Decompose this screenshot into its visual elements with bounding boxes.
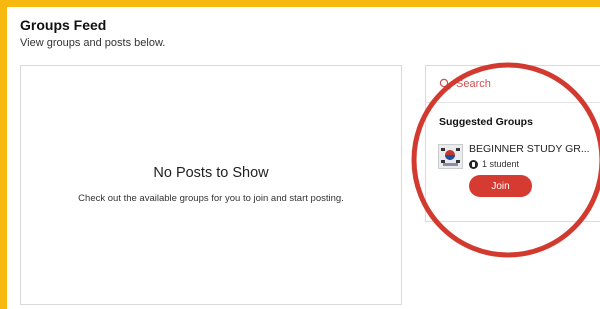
member-count: 1 student [482, 159, 520, 169]
page-title: Groups Feed [20, 17, 107, 33]
suggested-groups-panel: Suggested Groups BEGINNER STUDY GR... 1 … [425, 65, 600, 222]
page-header: Groups Feed View groups and posts below. [20, 17, 165, 49]
search-input[interactable] [454, 77, 578, 91]
group-meta: 1 student [469, 159, 519, 169]
left-border [0, 0, 7, 309]
search-bar[interactable] [426, 66, 600, 103]
posts-feed-panel: No Posts to Show Check out the available… [20, 65, 402, 305]
group-image-icon [439, 145, 462, 168]
group-thumbnail [438, 144, 463, 169]
top-border [0, 0, 600, 7]
empty-state-text: Check out the available groups for you t… [78, 193, 344, 204]
member-icon [469, 159, 478, 169]
group-list-item[interactable]: BEGINNER STUDY GR... 1 student Join [438, 141, 598, 201]
search-icon [439, 78, 451, 90]
empty-state-title: No Posts to Show [153, 165, 269, 181]
suggested-groups-heading: Suggested Groups [439, 116, 533, 128]
page-subtitle: View groups and posts below. [20, 37, 166, 49]
join-button[interactable]: Join [469, 175, 532, 197]
group-name[interactable]: BEGINNER STUDY GR... [469, 143, 599, 155]
